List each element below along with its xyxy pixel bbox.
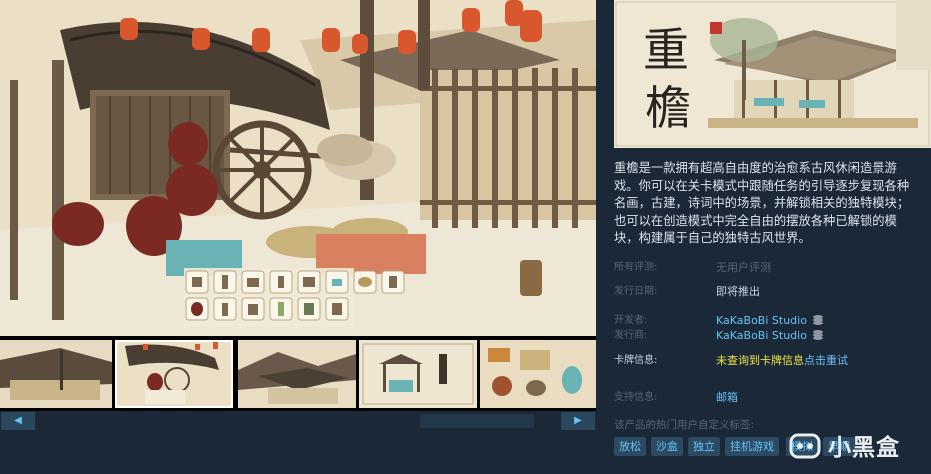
cards-label: 卡牌信息: <box>614 355 658 366</box>
developer-link[interactable]: KaKaBoBi Studio <box>716 314 807 327</box>
thumbnail-scrollbar[interactable]: ◀ ▶ <box>0 411 596 431</box>
thumbnail[interactable] <box>0 340 112 408</box>
publisher-label: 发行商: <box>614 330 648 341</box>
thumbnail-active[interactable] <box>115 340 233 408</box>
game-description: 重檐是一款拥有超高自由度的治愈系古风休闲造景游戏。你可以在关卡模式中跟随任务的引… <box>614 161 910 246</box>
support-email-link[interactable]: 邮箱 <box>716 391 738 405</box>
left-arrow-icon[interactable]: ◀ <box>1 412 35 430</box>
thumbnail[interactable] <box>238 340 356 408</box>
developer-label: 开发者: <box>614 315 648 326</box>
tag[interactable]: 放松 <box>614 437 646 456</box>
watermark: 小黑盒 <box>788 426 928 464</box>
review-value: 无用户评测 <box>716 261 771 274</box>
tags-title: 该产品的热门用户自定义标签: <box>614 419 755 431</box>
scrollbar-handle[interactable] <box>420 414 534 428</box>
stack-icon[interactable] <box>812 314 824 326</box>
logo-char-2: 檐 <box>645 81 691 135</box>
heybox-logo-icon <box>789 433 821 459</box>
header-capsule-image: 重 檐 <box>614 0 931 148</box>
publisher-link[interactable]: KaKaBoBi Studio <box>716 329 807 342</box>
stack-icon[interactable] <box>812 329 824 341</box>
right-arrow-icon[interactable]: ▶ <box>561 412 595 430</box>
support-label: 支持信息: <box>614 392 658 403</box>
tag[interactable]: 沙盒 <box>651 437 683 456</box>
main-screenshot[interactable] <box>0 0 596 336</box>
tag[interactable]: 独立 <box>688 437 720 456</box>
tag[interactable]: 挂机游戏 <box>725 437 779 456</box>
release-label: 发行日期: <box>614 286 658 297</box>
thumbnail-strip <box>0 336 596 411</box>
thumbnail[interactable] <box>480 340 596 408</box>
watermark-text: 小黑盒 <box>828 435 900 461</box>
cards-warning: 未查询到卡牌信息 <box>716 354 804 367</box>
thumbnail[interactable] <box>359 340 477 408</box>
logo-char-1: 重 <box>643 23 689 77</box>
cards-retry-link[interactable]: 点击重试 <box>804 354 848 367</box>
review-label: 所有评测: <box>614 262 658 273</box>
release-value: 即将推出 <box>716 285 760 298</box>
